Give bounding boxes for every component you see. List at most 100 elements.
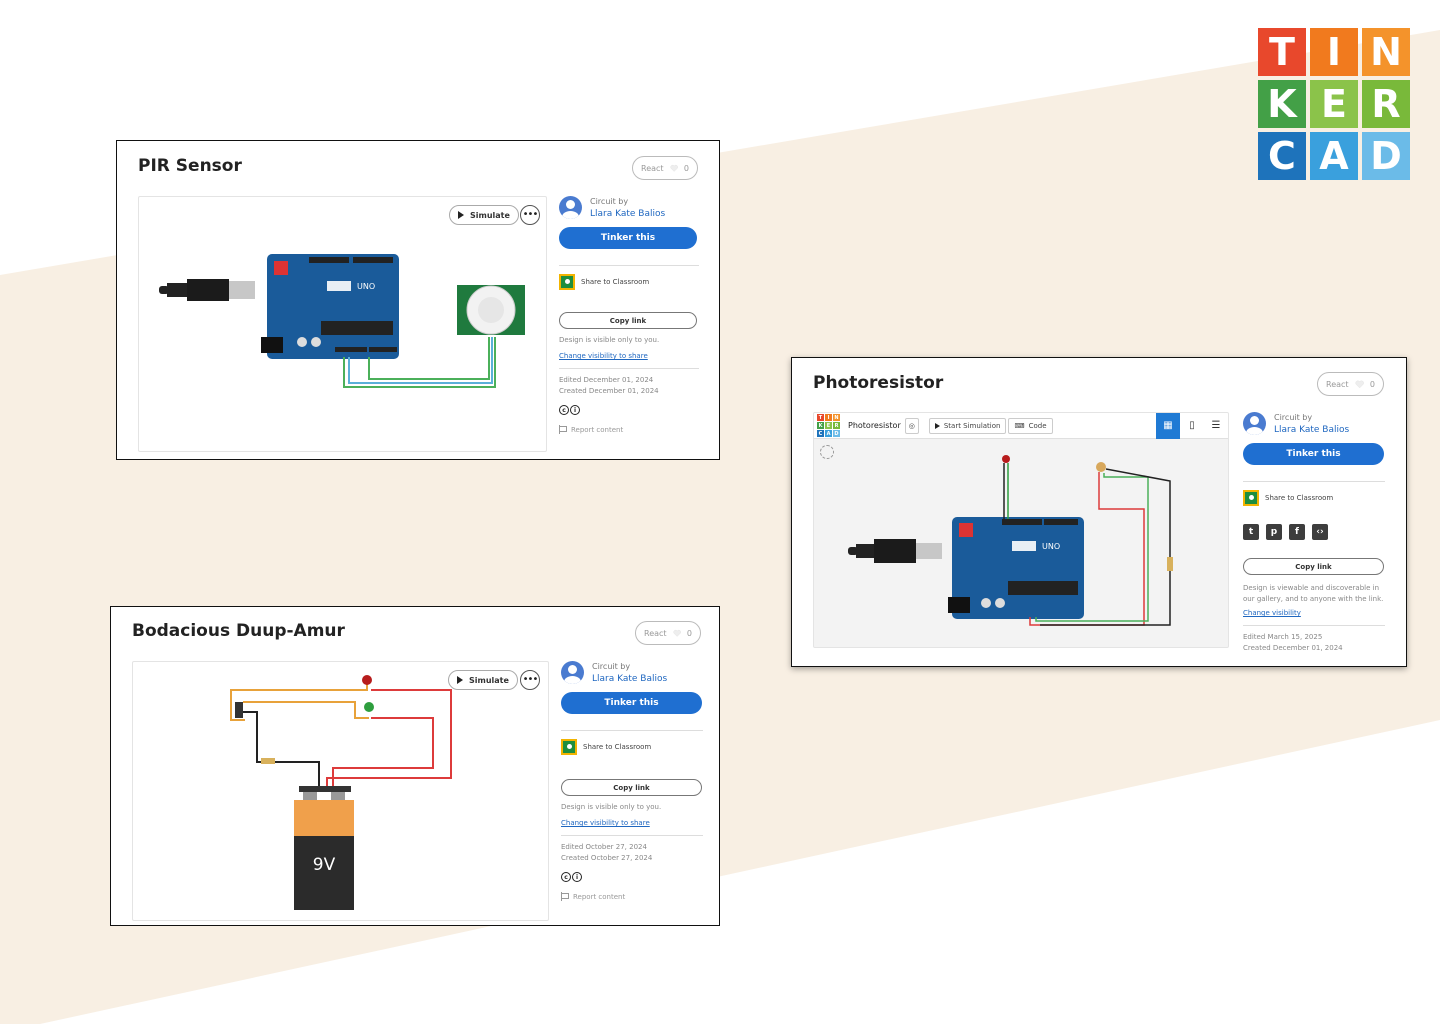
react-button[interactable]: React 0 — [635, 621, 701, 645]
react-label: React — [644, 628, 667, 638]
mini-logo-letter: A — [825, 430, 832, 437]
mini-logo-letter: T — [817, 414, 824, 421]
code-label: Code — [1028, 421, 1047, 430]
code-icon: ⌨ — [1014, 421, 1025, 430]
logo-letter-d: D — [1362, 132, 1410, 180]
logo-letter-a: A — [1310, 132, 1358, 180]
divider — [1243, 481, 1385, 482]
copy-link-button[interactable]: Copy link — [1243, 558, 1384, 575]
tinker-this-button[interactable]: Tinker this — [559, 227, 697, 249]
logo-letter-i: I — [1310, 28, 1358, 76]
classroom-label: Share to Classroom — [1265, 494, 1334, 502]
tinkercad-logo: TIN KER CAD — [1258, 28, 1410, 180]
react-count: 0 — [1369, 379, 1375, 389]
divider — [1243, 625, 1385, 626]
circuit-view-icon[interactable]: ▦ — [1156, 413, 1180, 439]
twitter-icon[interactable]: t — [1243, 524, 1259, 540]
circuit-preview[interactable]: Simulate ••• 9V — [132, 661, 549, 921]
heart-icon — [673, 629, 681, 637]
edited-date: Edited March 15, 2025 — [1243, 633, 1323, 641]
avatar[interactable] — [559, 196, 582, 219]
tinker-this-button[interactable]: Tinker this — [561, 692, 702, 714]
author-link[interactable]: Llara Kate Balios — [590, 209, 665, 219]
change-visibility-link[interactable]: Change visibility to share — [561, 819, 703, 827]
change-visibility-link[interactable]: Change visibility — [1243, 609, 1385, 617]
visibility-text: Design is visible only to you. — [559, 336, 660, 344]
photoresistor-sidebar: Circuit by Llara Kate Balios Tinker this… — [1243, 412, 1385, 654]
logo-letter-t: T — [1258, 28, 1306, 76]
circuit-editor-preview[interactable]: TIN KER CAD Photoresistor ◎ Start Simulati… — [813, 412, 1229, 648]
report-content-link[interactable]: Report content — [559, 425, 699, 434]
author-row: Circuit by Llara Kate Balios — [559, 196, 699, 219]
pir-circuit-diagram: UNO — [159, 254, 525, 388]
divider — [561, 835, 703, 836]
react-label: React — [1326, 379, 1349, 389]
pir-sensor-card: PIR Sensor React 0 Simulate ••• UNO Circ… — [116, 140, 720, 460]
tinker-this-button[interactable]: Tinker this — [1243, 443, 1384, 465]
mini-logo-letter: I — [825, 414, 832, 421]
editor-toolbar: TIN KER CAD Photoresistor ◎ Start Simulati… — [814, 413, 1228, 439]
card-title: Photoresistor — [813, 373, 944, 393]
author-link[interactable]: Llara Kate Balios — [592, 674, 667, 684]
arduino-board: UNO — [948, 517, 1084, 619]
author-row: Circuit by Llara Kate Balios — [561, 661, 703, 684]
edited-date: Edited December 01, 2024 — [559, 376, 654, 384]
report-label: Report content — [573, 892, 626, 901]
pir-sidebar: Circuit by Llara Kate Balios Tinker this… — [559, 196, 699, 434]
editor-design-name[interactable]: Photoresistor — [848, 421, 901, 430]
creative-commons-icon: ci — [559, 405, 699, 415]
flag-icon — [561, 892, 569, 901]
created-date: Created October 27, 2024 — [561, 854, 653, 862]
edited-date: Edited October 27, 2024 — [561, 843, 647, 851]
created-date: Created December 01, 2024 — [1243, 644, 1343, 652]
mini-logo-letter: C — [817, 430, 824, 437]
schematic-view-icon[interactable]: ▯ — [1180, 413, 1204, 439]
classroom-label: Share to Classroom — [583, 743, 652, 751]
react-count: 0 — [686, 628, 692, 638]
design-settings-button[interactable]: ◎ — [904, 417, 919, 434]
google-classroom-icon — [559, 274, 575, 290]
heart-icon — [1355, 380, 1364, 389]
tinkercad-mini-logo: TIN KER CAD — [817, 414, 840, 437]
created-date: Created December 01, 2024 — [559, 387, 659, 395]
react-button[interactable]: React 0 — [632, 156, 698, 180]
avatar[interactable] — [561, 661, 584, 684]
mini-logo-letter: R — [833, 422, 840, 429]
divider — [561, 730, 703, 731]
card-title: PIR Sensor — [138, 156, 242, 176]
facebook-icon[interactable]: f — [1289, 524, 1305, 540]
react-label: React — [641, 163, 664, 173]
change-visibility-link[interactable]: Change visibility to share — [559, 352, 699, 360]
flag-icon — [559, 425, 567, 434]
report-content-link[interactable]: Report content — [561, 892, 703, 901]
divider — [559, 265, 699, 266]
component-list-icon[interactable]: ☰ — [1204, 413, 1228, 439]
circuit-preview[interactable]: Simulate ••• UNO — [138, 196, 547, 452]
copy-link-button[interactable]: Copy link — [559, 312, 697, 329]
logo-letter-k: K — [1258, 80, 1306, 128]
react-button[interactable]: React 0 — [1317, 372, 1384, 396]
svg-text:UNO: UNO — [1042, 542, 1060, 551]
react-count: 0 — [683, 163, 689, 173]
mini-logo-letter: N — [833, 414, 840, 421]
report-label: Report content — [571, 425, 624, 434]
logo-letter-c: C — [1258, 132, 1306, 180]
logo-letter-e: E — [1310, 80, 1358, 128]
code-button[interactable]: ⌨ Code — [1008, 417, 1053, 434]
logo-letter-r: R — [1362, 80, 1410, 128]
start-simulation-button[interactable]: Start Simulation — [928, 417, 1007, 434]
copy-link-button[interactable]: Copy link — [561, 779, 702, 796]
author-link[interactable]: Llara Kate Balios — [1274, 425, 1349, 435]
author-row: Circuit by Llara Kate Balios — [1243, 412, 1385, 435]
creative-commons-icon: ci — [561, 872, 703, 882]
pinterest-icon[interactable]: p — [1266, 524, 1282, 540]
embed-icon[interactable]: ‹› — [1312, 524, 1328, 540]
share-to-classroom-button[interactable]: Share to Classroom — [559, 274, 699, 290]
avatar[interactable] — [1243, 412, 1266, 435]
share-to-classroom-button[interactable]: Share to Classroom — [561, 739, 703, 755]
share-to-classroom-button[interactable]: Share to Classroom — [1243, 490, 1385, 506]
play-icon — [934, 422, 940, 429]
circuit-by-label: Circuit by — [590, 196, 629, 206]
svg-text:UNO: UNO — [357, 282, 375, 291]
classroom-label: Share to Classroom — [581, 278, 650, 286]
